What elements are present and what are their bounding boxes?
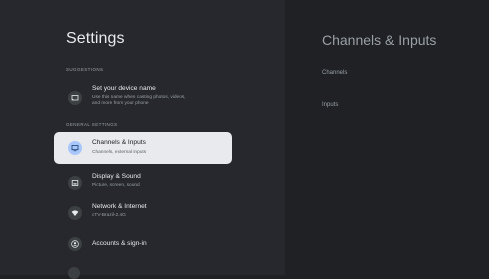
accounts-signin-title: Accounts & sign-in [92,240,147,247]
tv-icon [68,141,82,155]
wifi-icon [68,206,82,220]
display-icon [68,176,82,190]
network-internet-title: Network & Internet [92,203,147,210]
detail-title: Channels & Inputs [322,32,437,48]
set-device-name-subtitle-2: and more from your phone [92,101,149,106]
sidebar-item-network-internet[interactable]: Network & Internet cTV-Brazil-2.4G [54,198,232,228]
channels-inputs-title: Channels & Inputs [92,139,146,146]
channels-inputs-subtitle: Channels, external inputs [92,150,147,155]
sidebar-item-channels-inputs[interactable]: Channels & Inputs Channels, external inp… [54,132,232,164]
suggestions-section-label: SUGGESTIONS [66,67,104,72]
sidebar-item-display-sound[interactable]: Display & Sound Picture, screen, sound [54,168,232,198]
detail-item-inputs[interactable]: Inputs [322,102,338,108]
display-sound-title: Display & Sound [92,173,141,180]
set-device-name-item[interactable]: Set your device name Use this name when … [54,80,232,116]
sidebar-item-accounts-signin[interactable]: Accounts & sign-in [54,229,232,259]
page-title: Settings [66,30,125,47]
set-device-name-title: Set your device name [92,85,156,92]
next-item-icon [68,267,80,279]
network-internet-subtitle: cTV-Brazil-2.4G [92,213,126,218]
detail-item-channels[interactable]: Channels [322,70,347,76]
account-icon [68,237,82,251]
cast-icon [68,91,82,105]
display-sound-subtitle: Picture, screen, sound [92,183,140,188]
general-settings-label: GENERAL SETTINGS [66,122,118,127]
